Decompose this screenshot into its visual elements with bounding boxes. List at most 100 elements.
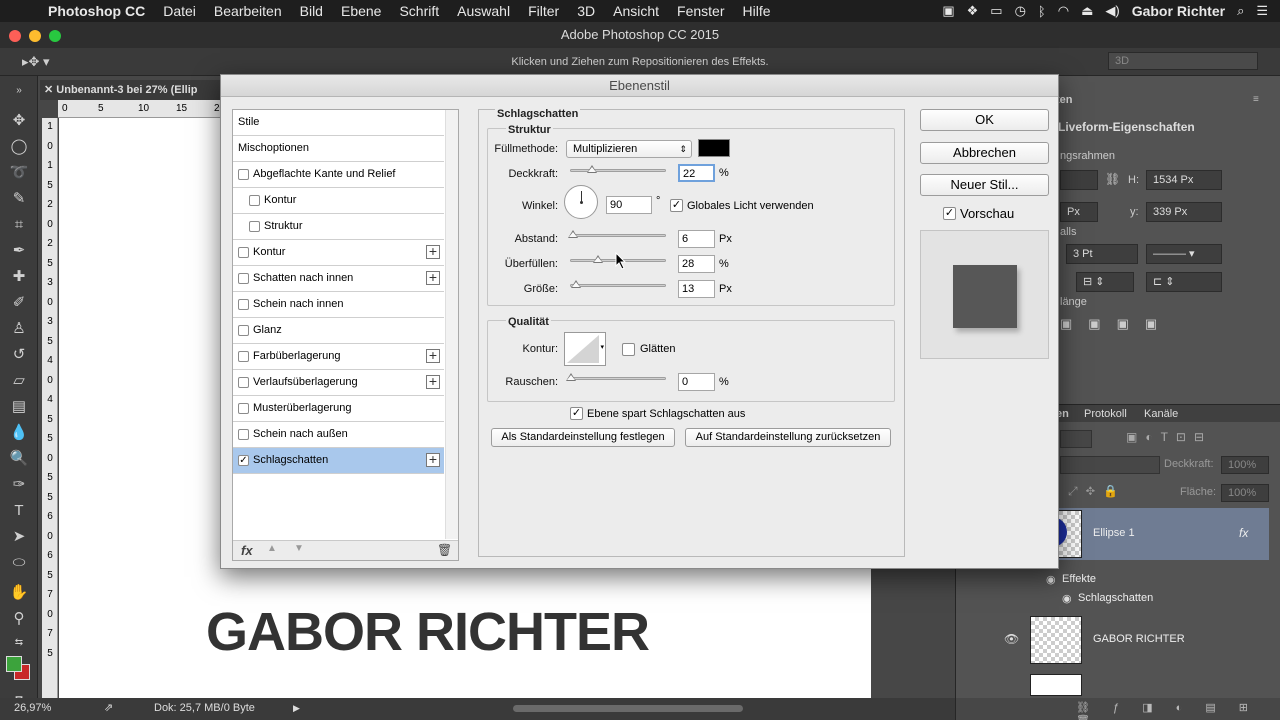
- new-style-button[interactable]: Neuer Stil...: [920, 174, 1049, 196]
- ellipse-tool-icon[interactable]: ⬭: [7, 552, 31, 574]
- time-machine-icon[interactable]: ◷: [1015, 3, 1026, 19]
- move-up-icon[interactable]: ▲: [267, 543, 277, 554]
- link-icon[interactable]: ⛓: [1105, 172, 1120, 186]
- layer-action-icons[interactable]: ⛓ ƒ ◨ ◐ ▤ ⊞ 🗑: [1076, 701, 1280, 720]
- document-tab[interactable]: ✕ Unbenannt-3 bei 27% (Ellip: [40, 80, 240, 100]
- y-field[interactable]: 339 Px: [1146, 202, 1222, 222]
- marquee-tool-icon[interactable]: ◯: [7, 136, 31, 158]
- style-list-item[interactable]: Mischoptionen: [233, 136, 444, 162]
- status-menu-arrow-icon[interactable]: ▶: [293, 698, 300, 718]
- blend-mode-dropdown[interactable]: Multiplizieren ⇕: [566, 140, 692, 158]
- hand-tool-icon[interactable]: ✋: [7, 582, 31, 604]
- knockout-checkbox[interactable]: ✓: [570, 407, 583, 420]
- cancel-button[interactable]: Abbrechen: [920, 142, 1049, 164]
- move-tool-icon[interactable]: ✥: [7, 110, 31, 132]
- zoom-tool-icon[interactable]: ⚲: [7, 608, 31, 630]
- style-list-item[interactable]: Kontur +: [233, 240, 444, 266]
- style-list-item[interactable]: Kontur: [233, 188, 444, 214]
- blur-tool-icon[interactable]: 💧: [7, 422, 31, 444]
- global-light-checkbox[interactable]: ✓: [670, 199, 683, 212]
- layer-name[interactable]: GABOR RICHTER: [1093, 633, 1185, 645]
- contour-dropdown-icon[interactable]: ▾: [600, 343, 604, 351]
- size-slider-thumb[interactable]: [570, 280, 581, 288]
- quick-selection-tool-icon[interactable]: ✎: [7, 188, 31, 210]
- menu-ansicht[interactable]: Ansicht: [604, 3, 668, 19]
- height-field[interactable]: 1534 Px: [1146, 170, 1222, 190]
- zoom-level[interactable]: 26,97%: [14, 698, 51, 718]
- layer-row-text[interactable]: GABOR RICHTER: [1029, 614, 1269, 666]
- swap-colors-icon[interactable]: ⇆: [7, 632, 31, 654]
- history-brush-tool-icon[interactable]: ↺: [7, 344, 31, 366]
- lock-icons[interactable]: ⤢✥🔒: [1068, 484, 1126, 499]
- menu-ebene[interactable]: Ebene: [332, 3, 390, 19]
- style-list-item[interactable]: Musterüberlagerung: [233, 396, 444, 422]
- style-list-item[interactable]: Schatten nach innen +: [233, 266, 444, 292]
- style-checkbox[interactable]: [249, 195, 260, 206]
- spread-input[interactable]: 28: [678, 255, 715, 273]
- distance-input[interactable]: 6: [678, 230, 715, 248]
- user-name[interactable]: Gabor Richter: [1132, 3, 1225, 19]
- airplay-icon[interactable]: ▭: [990, 3, 1002, 19]
- antialias-checkbox[interactable]: [622, 343, 635, 356]
- effects-visibility-icon[interactable]: ◉: [1046, 573, 1056, 586]
- healing-brush-tool-icon[interactable]: ✚: [7, 266, 31, 288]
- style-checkbox[interactable]: [238, 169, 249, 180]
- zoom-window-button[interactable]: [49, 30, 61, 42]
- stroke-align-select[interactable]: ⊟ ⇕: [1076, 272, 1134, 292]
- noise-slider-thumb[interactable]: [566, 373, 576, 381]
- style-checkbox[interactable]: [238, 351, 249, 362]
- noise-input[interactable]: 0: [678, 373, 715, 391]
- menu-schrift[interactable]: Schrift: [390, 3, 448, 19]
- delete-effect-icon[interactable]: 🗑: [437, 543, 452, 557]
- style-checkbox[interactable]: [238, 429, 249, 440]
- path-operations-icons[interactable]: ▣▣▣▣: [1060, 316, 1173, 332]
- add-effect-plus-icon[interactable]: +: [426, 244, 440, 259]
- bluetooth-icon[interactable]: ᛒ: [1038, 4, 1046, 19]
- effect-visibility-icon[interactable]: ◉: [1062, 592, 1072, 605]
- add-effect-fx-icon[interactable]: fx: [241, 543, 253, 558]
- style-list-item[interactable]: Verlaufsüberlagerung +: [233, 370, 444, 396]
- type-tool-icon[interactable]: T: [7, 500, 31, 522]
- dropbox-icon[interactable]: ❖: [967, 3, 979, 19]
- add-effect-plus-icon[interactable]: +: [426, 452, 440, 467]
- stroke-caps-select[interactable]: ⊏ ⇕: [1146, 272, 1222, 292]
- add-effect-plus-icon[interactable]: +: [426, 374, 440, 389]
- style-list-scrollbar[interactable]: [445, 110, 458, 539]
- lasso-tool-icon[interactable]: ➰: [7, 162, 31, 184]
- noise-slider[interactable]: [566, 373, 666, 381]
- search-icon[interactable]: ⌕: [1237, 3, 1244, 19]
- style-checkbox[interactable]: [238, 299, 249, 310]
- close-window-button[interactable]: [9, 30, 21, 42]
- menu-filter[interactable]: Filter: [519, 3, 568, 19]
- add-effect-plus-icon[interactable]: +: [426, 348, 440, 363]
- toolbar-collapse-icon[interactable]: »: [7, 80, 31, 102]
- distance-slider[interactable]: [567, 230, 666, 238]
- eraser-tool-icon[interactable]: ▱: [7, 370, 31, 392]
- stroke-style-select[interactable]: ——— ▾: [1146, 244, 1222, 264]
- width-field[interactable]: [1060, 170, 1098, 190]
- opacity-slider-thumb[interactable]: [587, 165, 598, 173]
- blend-mode-select[interactable]: [1060, 456, 1160, 474]
- document-tab-close-icon[interactable]: ✕: [44, 84, 56, 96]
- pen-tool-icon[interactable]: ✑: [7, 474, 31, 496]
- layer-visibility-eye-icon[interactable]: 👁: [1004, 632, 1019, 646]
- layer-kind-filter[interactable]: [1060, 430, 1092, 448]
- gradient-tool-icon[interactable]: ▤: [7, 396, 31, 418]
- make-default-button[interactable]: Als Standardeinstellung festlegen: [491, 428, 675, 447]
- crop-tool-icon[interactable]: ⌗: [7, 214, 31, 236]
- horizontal-scrollbar[interactable]: [513, 705, 743, 712]
- style-checkbox[interactable]: [238, 377, 249, 388]
- stamp-tool-icon[interactable]: ♙: [7, 318, 31, 340]
- style-list-item[interactable]: Abgeflachte Kante und Relief: [233, 162, 444, 188]
- menu-photoshop[interactable]: Photoshop CC: [44, 3, 154, 19]
- preview-checkbox[interactable]: ✓: [943, 207, 956, 220]
- contour-picker[interactable]: ▾: [564, 332, 606, 366]
- dodge-tool-icon[interactable]: 🔍: [7, 448, 31, 470]
- volume-icon[interactable]: ◀): [1105, 3, 1119, 19]
- layer-filter-icons[interactable]: ▣◐T⊡⊟: [1126, 430, 1212, 444]
- style-list-item[interactable]: ✓ Schlagschatten +: [233, 448, 444, 474]
- spread-slider-thumb[interactable]: [592, 255, 603, 263]
- menu-3d[interactable]: 3D: [568, 3, 604, 19]
- style-checkbox[interactable]: [238, 273, 249, 284]
- path-selection-tool-icon[interactable]: ➤: [7, 526, 31, 548]
